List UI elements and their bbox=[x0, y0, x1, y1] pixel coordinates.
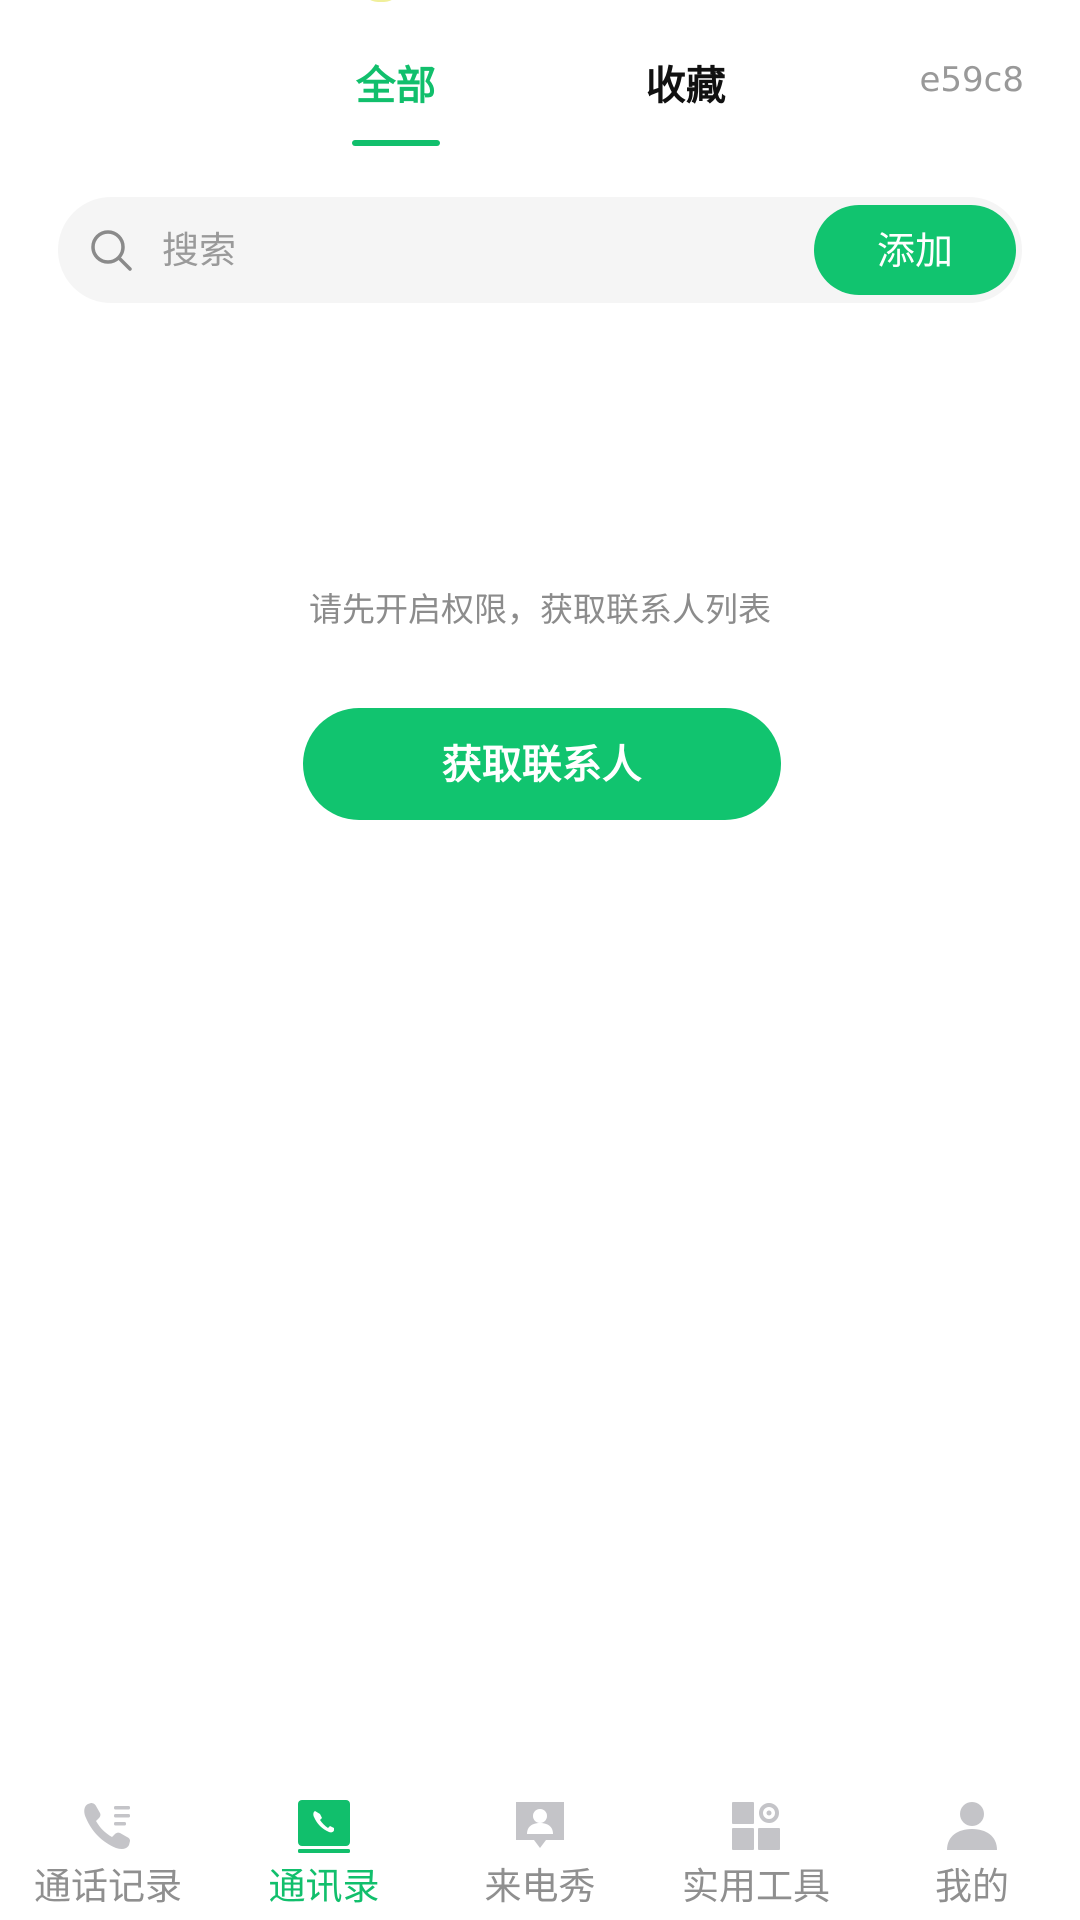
call-log-icon bbox=[84, 1803, 130, 1849]
nav-label-call-log: 通话记录 bbox=[34, 1865, 182, 1908]
nav-label-profile: 我的 bbox=[935, 1865, 1009, 1908]
nav-item-tools[interactable]: 实用工具 bbox=[648, 1780, 864, 1920]
nav-item-contacts[interactable]: 通讯录 bbox=[216, 1780, 432, 1920]
contacts-book-icon bbox=[298, 1800, 350, 1853]
status-indicator bbox=[362, 0, 400, 2]
search-input[interactable] bbox=[162, 197, 762, 303]
get-contacts-button[interactable]: 获取联系人 bbox=[303, 708, 781, 820]
add-contact-button[interactable]: 添加 bbox=[814, 205, 1016, 295]
search-bar: 添加 bbox=[58, 197, 1022, 303]
search-icon bbox=[91, 230, 132, 271]
nav-item-caller-show[interactable]: 来电秀 bbox=[432, 1780, 648, 1920]
tab-all[interactable]: 全部 bbox=[356, 60, 436, 112]
nav-label-tools: 实用工具 bbox=[682, 1865, 830, 1908]
active-tab-indicator bbox=[352, 140, 440, 146]
profile-icon bbox=[947, 1802, 997, 1850]
permission-hint: 请先开启权限，获取联系人列表 bbox=[309, 590, 771, 629]
nav-label-caller-show: 来电秀 bbox=[484, 1865, 596, 1908]
caller-show-icon bbox=[516, 1802, 564, 1848]
tools-icon bbox=[732, 1802, 780, 1850]
nav-item-profile[interactable]: 我的 bbox=[864, 1780, 1080, 1920]
nav-label-contacts: 通讯录 bbox=[268, 1865, 380, 1908]
nav-item-call-log[interactable]: 通话记录 bbox=[0, 1780, 216, 1920]
corner-code: e59c8 bbox=[919, 60, 1024, 100]
tab-favorites[interactable]: 收藏 bbox=[646, 60, 726, 112]
bottom-nav: 通话记录 通讯录 来电秀 实用工具 我的 bbox=[0, 1780, 1080, 1920]
